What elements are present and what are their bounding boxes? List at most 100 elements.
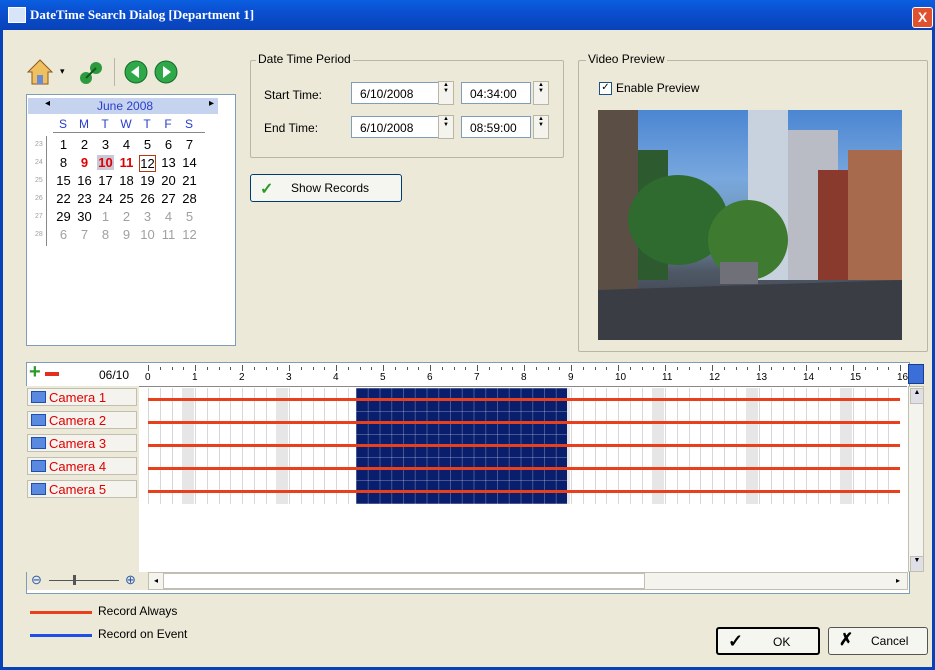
calendar-day[interactable]: 11 <box>118 155 135 170</box>
calendar-day[interactable]: 5 <box>139 137 156 152</box>
scroll-right-arrow-icon[interactable]: ▸ <box>891 573 905 589</box>
start-time-spinner[interactable]: ▲ ▼ <box>533 81 549 105</box>
home-icon[interactable] <box>26 58 54 86</box>
end-time-spinner[interactable]: ▲ ▼ <box>533 115 549 139</box>
horizontal-scroll-thumb[interactable] <box>163 573 645 589</box>
calendar-day[interactable]: 25 <box>118 191 135 206</box>
calendar-day[interactable]: 30 <box>76 209 93 224</box>
calendar-day[interactable]: 6 <box>160 137 177 152</box>
calendar-day[interactable]: 4 <box>118 137 135 152</box>
month-calendar[interactable]: ◂ June 2008 ▸ SMTWTFS 23 1 2 3 4 5 6 7 24 8 9 10 11 1… <box>26 94 236 346</box>
zoom-slider-thumb[interactable] <box>73 575 76 585</box>
timeline-grid[interactable] <box>148 388 900 504</box>
grid-view-icon[interactable] <box>908 364 924 384</box>
close-button[interactable]: X <box>912 7 933 28</box>
calendar-day[interactable]: 1 <box>55 137 72 152</box>
calendar-day[interactable]: 2 <box>76 137 93 152</box>
start-date-field[interactable]: 6/10/2008 <box>351 82 441 104</box>
calendar-day[interactable]: 11 <box>160 227 177 242</box>
camera-row-button[interactable]: Camera 3 <box>27 434 137 452</box>
timeline-ruler[interactable]: 0 1 2 3 4 5 6 7 8 9 10 11 12 13 14 15 16 <box>139 363 913 387</box>
horizontal-scrollbar[interactable]: ◂ ▸ <box>148 572 908 590</box>
calendar-day[interactable]: 20 <box>160 173 177 188</box>
timeline-tick <box>629 367 631 370</box>
calendar-day[interactable]: 6 <box>55 227 72 242</box>
calendar-prev-arrow-icon[interactable]: ◂ <box>45 98 50 109</box>
timeline-tick <box>253 367 255 370</box>
calendar-day[interactable]: 13 <box>160 155 177 170</box>
scroll-down-arrow-icon[interactable]: ▼ <box>910 556 924 572</box>
timeline-hour-label: 4 <box>333 372 339 383</box>
timeline-hour-label: 14 <box>803 372 815 383</box>
zoom-remove-icon[interactable] <box>45 372 59 376</box>
camera-row-button[interactable]: Camera 2 <box>27 411 137 429</box>
timeline-hour-label: 15 <box>850 372 862 383</box>
calendar-day[interactable]: 16 <box>76 173 93 188</box>
network-icon[interactable] <box>78 60 104 86</box>
ok-button[interactable]: ✓ OK <box>716 627 820 655</box>
calendar-day[interactable]: 27 <box>160 191 177 206</box>
calendar-day[interactable]: 7 <box>76 227 93 242</box>
end-date-spinner[interactable]: ▲ ▼ <box>438 115 454 139</box>
previous-icon[interactable] <box>124 60 148 84</box>
calendar-day[interactable]: 12 <box>181 227 198 242</box>
calendar-day[interactable]: 17 <box>97 173 114 188</box>
camera-row-button[interactable]: Camera 4 <box>27 457 137 475</box>
calendar-day[interactable]: 29 <box>55 209 72 224</box>
calendar-day[interactable]: 22 <box>55 191 72 206</box>
dropdown-arrow-icon[interactable]: ▾ <box>60 66 65 77</box>
zoom-out-icon[interactable]: ⊖ <box>31 572 42 588</box>
next-icon[interactable] <box>154 60 178 84</box>
calendar-day[interactable]: 3 <box>97 137 114 152</box>
end-time-label: End Time: <box>264 121 319 135</box>
calendar-day[interactable]: 8 <box>55 155 72 170</box>
calendar-day[interactable]: 5 <box>181 209 198 224</box>
calendar-day[interactable]: 15 <box>55 173 72 188</box>
calendar-day[interactable]: 9 <box>118 227 135 242</box>
calendar-day[interactable]: 28 <box>181 191 198 206</box>
timeline-tick <box>794 367 796 370</box>
calendar-day[interactable]: 3 <box>139 209 156 224</box>
calendar-day[interactable]: 4 <box>160 209 177 224</box>
calendar-dow-label: S <box>58 117 67 131</box>
calendar-day[interactable]: 12 <box>139 155 156 172</box>
zoom-in-icon[interactable]: ⊕ <box>125 572 136 588</box>
timeline-tick <box>900 365 901 371</box>
calendar-day[interactable]: 18 <box>118 173 135 188</box>
start-date-spinner[interactable]: ▲ ▼ <box>438 81 454 105</box>
calendar-day[interactable]: 1 <box>97 209 114 224</box>
timeline-header-left: + 06/10 <box>27 361 140 386</box>
record-always-bar <box>148 421 900 424</box>
camera-row-button[interactable]: Camera 5 <box>27 480 137 498</box>
timeline-tick <box>148 365 149 371</box>
scroll-up-arrow-icon[interactable]: ▲ <box>910 388 924 404</box>
timeline-tick <box>641 367 643 370</box>
calendar-day[interactable]: 21 <box>181 173 198 188</box>
record-on-event-swatch <box>30 634 92 637</box>
end-date-field[interactable]: 6/10/2008 <box>351 116 441 138</box>
calendar-day[interactable]: 10 <box>139 227 156 242</box>
cancel-button[interactable]: ✗ Cancel <box>828 627 928 655</box>
calendar-day[interactable]: 24 <box>97 191 114 206</box>
start-time-field[interactable]: 04:34:00 <box>461 82 531 104</box>
calendar-day[interactable]: 14 <box>181 155 198 170</box>
calendar-day[interactable]: 23 <box>76 191 93 206</box>
calendar-day[interactable]: 9 <box>76 155 93 170</box>
zoom-add-icon[interactable]: + <box>29 361 41 384</box>
camera-row-button[interactable]: Camera 1 <box>27 388 137 406</box>
show-records-button[interactable]: ✓ Show Records <box>250 174 402 202</box>
vertical-scrollbar[interactable]: ▲ ▼ <box>908 386 924 572</box>
calendar-day[interactable]: 8 <box>97 227 114 242</box>
enable-preview-checkbox[interactable]: ✓ <box>599 82 612 95</box>
end-time-field[interactable]: 08:59:00 <box>461 116 531 138</box>
calendar-next-arrow-icon[interactable]: ▸ <box>209 98 214 109</box>
calendar-day[interactable]: 19 <box>139 173 156 188</box>
calendar-day[interactable]: 2 <box>118 209 135 224</box>
zoom-slider-track[interactable] <box>49 580 119 581</box>
calendar-day[interactable]: 10 <box>97 155 114 170</box>
calendar-day[interactable]: 7 <box>181 137 198 152</box>
calendar-day[interactable]: 26 <box>139 191 156 206</box>
timeline-tick <box>759 365 760 371</box>
window-title: DateTime Search Dialog [Department 1] <box>30 7 255 22</box>
scroll-left-arrow-icon[interactable]: ◂ <box>149 573 163 589</box>
